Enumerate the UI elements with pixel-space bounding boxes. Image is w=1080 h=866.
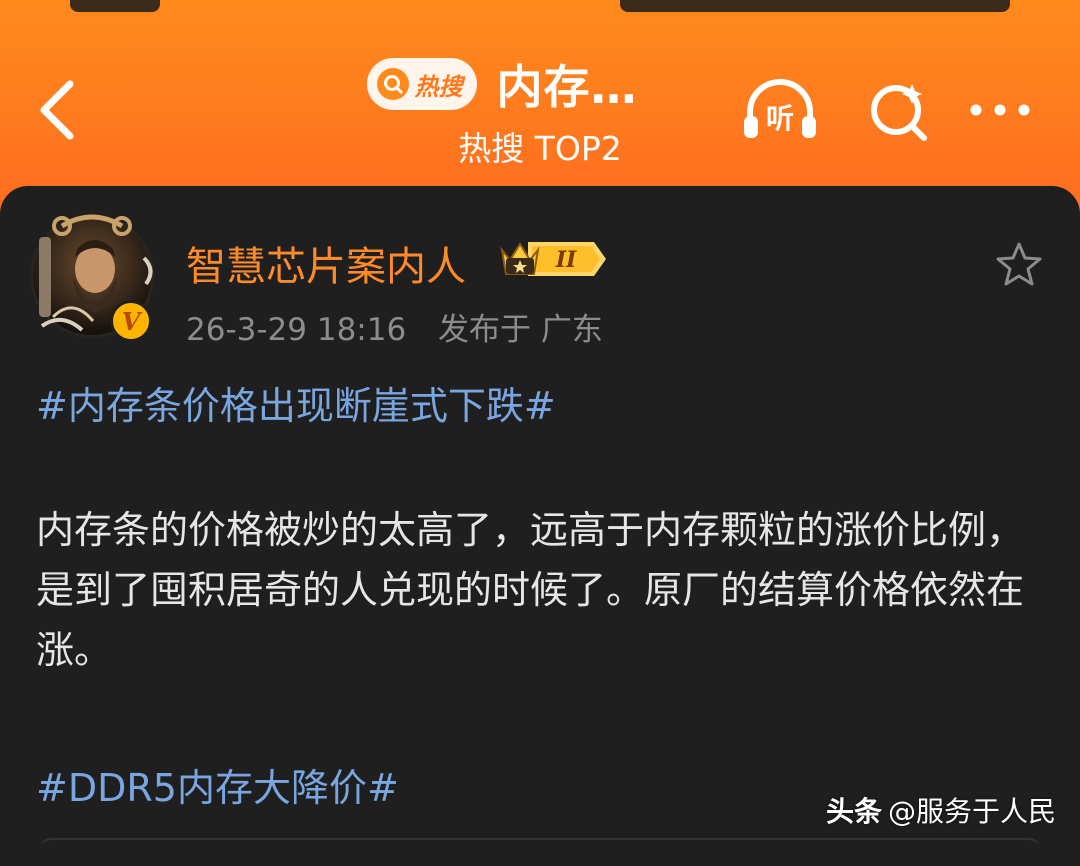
star-outline-icon[interactable] [994,240,1044,290]
post-meta: 26-3-29 18:16 发布于 广东 [186,304,603,349]
author-name[interactable]: 智慧芯片案内人 [186,234,466,292]
post-location: 广东 [540,312,603,348]
watermark-brand: 头条 [826,795,883,828]
listen-label: 听 [766,102,794,135]
search-icon[interactable] [860,72,940,152]
hot-search-badge[interactable]: 热搜 [366,58,477,110]
more-dots-icon[interactable] [962,72,1042,152]
verified-v-icon: V [110,300,152,342]
hashtag-link-1[interactable]: #内存条价格出现断崖式下跌# [36,376,1046,436]
level-label: II [555,247,577,273]
page-title: 内存… [496,60,638,114]
source-watermark: 头条 @服务于人民 [826,790,1056,830]
post-timestamp: 26-3-29 18:16 [186,312,407,348]
status-bar-clock-fragment [70,0,160,12]
search-q-icon [376,68,409,100]
listen-headphone-icon[interactable]: 听 [740,72,820,152]
hot-badge-label: 热搜 [414,72,463,101]
status-bar-icons-fragment [620,0,1010,12]
post-body-text: 内存条的价格被炒的太高了，远高于内存颗粒的涨价比例，是到了囤积居奇的人兑现的时候… [36,508,1025,672]
crown-level-icon[interactable]: II [498,236,610,282]
published-label: 发布于 [438,312,532,348]
watermark-handle: @服务于人民 [888,795,1057,828]
next-card-edge [40,838,1040,849]
